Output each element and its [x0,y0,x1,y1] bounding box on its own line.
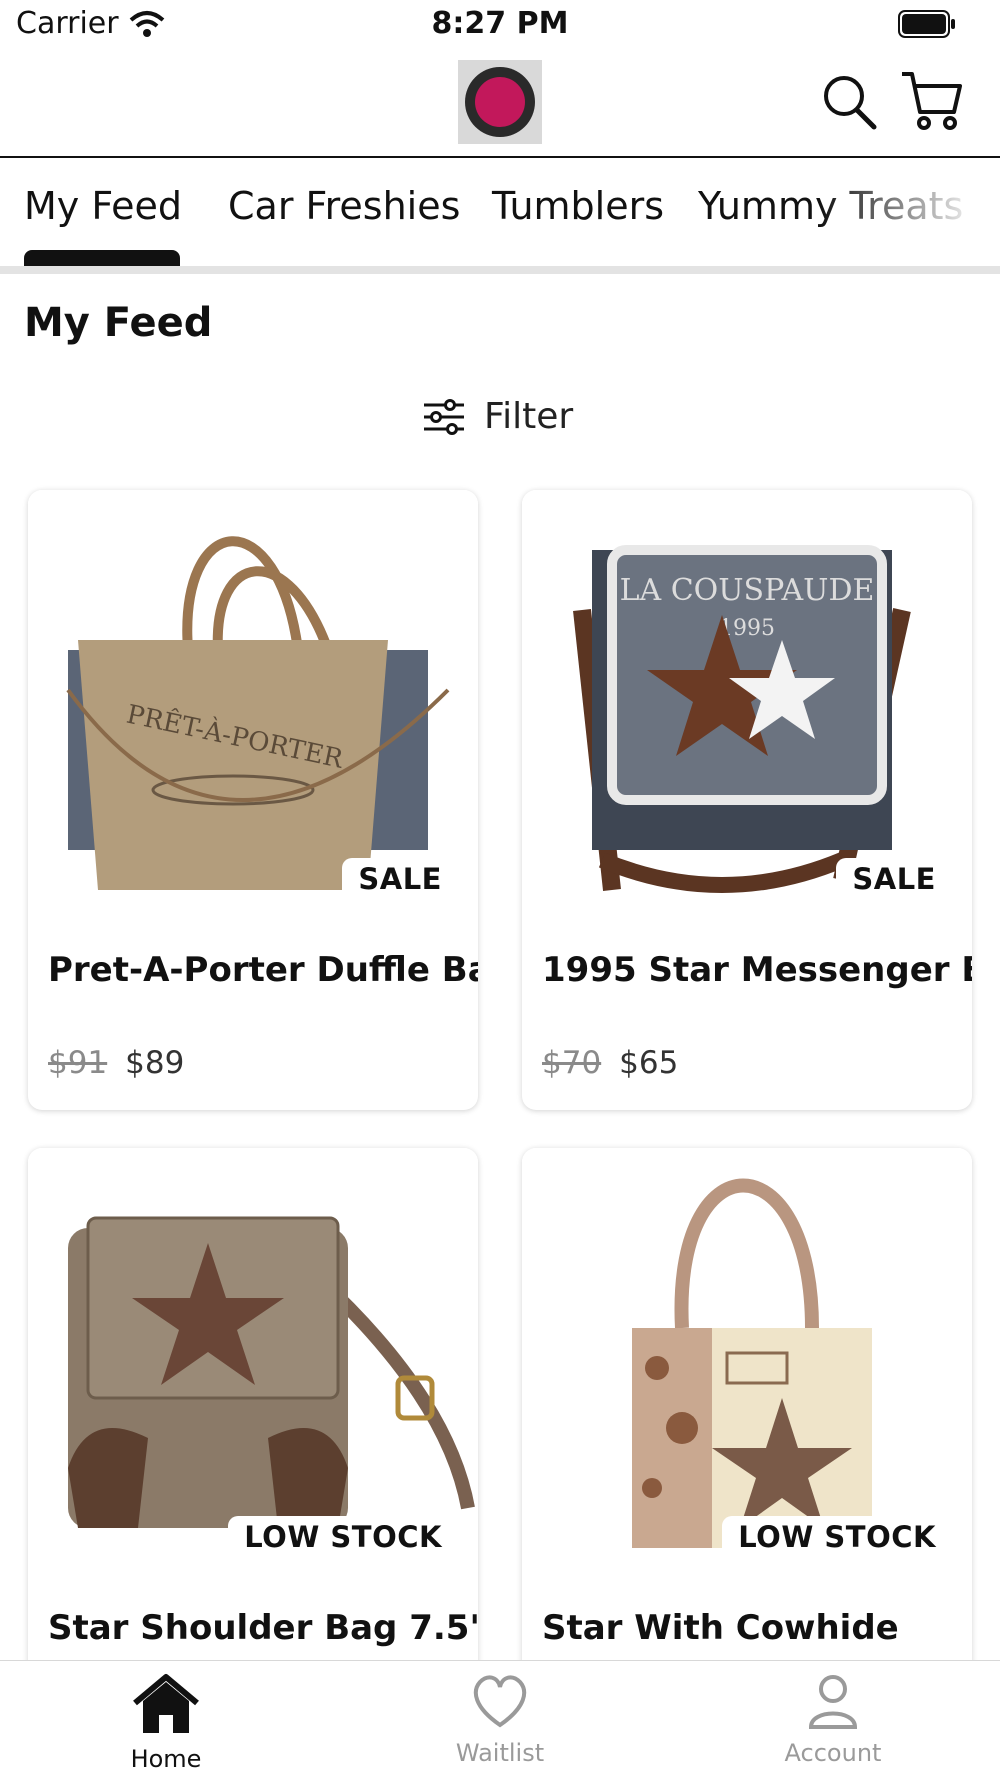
sale-price: $65 [619,1045,679,1081]
nav-waitlist-label: Waitlist [455,1739,545,1767]
heart-icon [473,1675,527,1728]
product-card[interactable]: PRÊT-À-PORTER SALE Pret-A-Porter Duffle … [28,490,478,1110]
product-card[interactable]: LA COUSPAUDE 1995 SALE 1995 Star Messeng… [522,490,972,1110]
product-image-messenger-bag: LA COUSPAUDE 1995 [522,490,972,900]
sale-badge: SALE [342,858,458,900]
product-title: Pret-A-Porter Duffle Bag [48,950,478,990]
nav-account[interactable]: Account [733,1673,933,1767]
sliders-icon [424,398,464,435]
battery-icon [898,10,955,38]
tab-my-feed[interactable]: My Feed [24,184,182,228]
tab-car-freshies[interactable]: Car Freshies [228,184,460,228]
tab-tumblers[interactable]: Tumblers [492,184,664,228]
tabs-divider [0,266,1000,274]
active-tab-indicator [24,250,180,266]
nav-home-label: Home [130,1745,202,1773]
brand-logo[interactable] [458,60,542,144]
original-price: $91 [48,1045,108,1081]
logo-ring [465,67,535,137]
product-title: Star With Cowhide [542,1608,899,1648]
price-row: $70 $65 [542,1045,678,1081]
bottom-tab-bar: Home Waitlist Account [0,1660,1000,1779]
nav-home[interactable]: Home [66,1673,266,1773]
filter-label: Filter [484,396,574,437]
product-image-cowhide-tote [522,1148,972,1558]
nav-account-label: Account [784,1739,882,1767]
home-icon [133,1674,199,1733]
product-card[interactable]: LOW STOCK Star Shoulder Bag 7.5" x [28,1148,478,1708]
price-row: $91 $89 [48,1045,184,1081]
filter-button[interactable]: Filter [422,396,573,437]
nav-waitlist[interactable]: Waitlist [400,1673,600,1767]
logo-core [475,77,525,127]
sale-badge: SALE [836,858,952,900]
product-image-shoulder-bag [28,1148,478,1558]
product-title: Star Shoulder Bag 7.5" x [48,1608,478,1648]
low-stock-badge: LOW STOCK [722,1516,952,1558]
status-bar: Carrier 8:27 PM [0,0,1000,52]
product-card[interactable]: LOW STOCK Star With Cowhide [522,1148,972,1708]
category-tabs: My Feed Car Freshies Tumblers Yummy Trea… [0,158,1000,274]
product-image-duffle-bag: PRÊT-À-PORTER [28,490,478,900]
original-price: $70 [542,1045,602,1081]
app-header [0,52,1000,158]
search-icon[interactable] [822,72,878,132]
section-title: My Feed [24,300,213,346]
low-stock-badge: LOW STOCK [228,1516,458,1558]
user-icon [808,1675,858,1729]
clock-time: 8:27 PM [431,6,569,41]
tabs-fade-overlay [820,174,1000,254]
cart-icon[interactable] [900,68,962,132]
svg-text:LA COUSPAUDE: LA COUSPAUDE [620,573,875,608]
sale-price: $89 [125,1045,185,1081]
product-title: 1995 Star Messenger Bag [542,950,972,990]
